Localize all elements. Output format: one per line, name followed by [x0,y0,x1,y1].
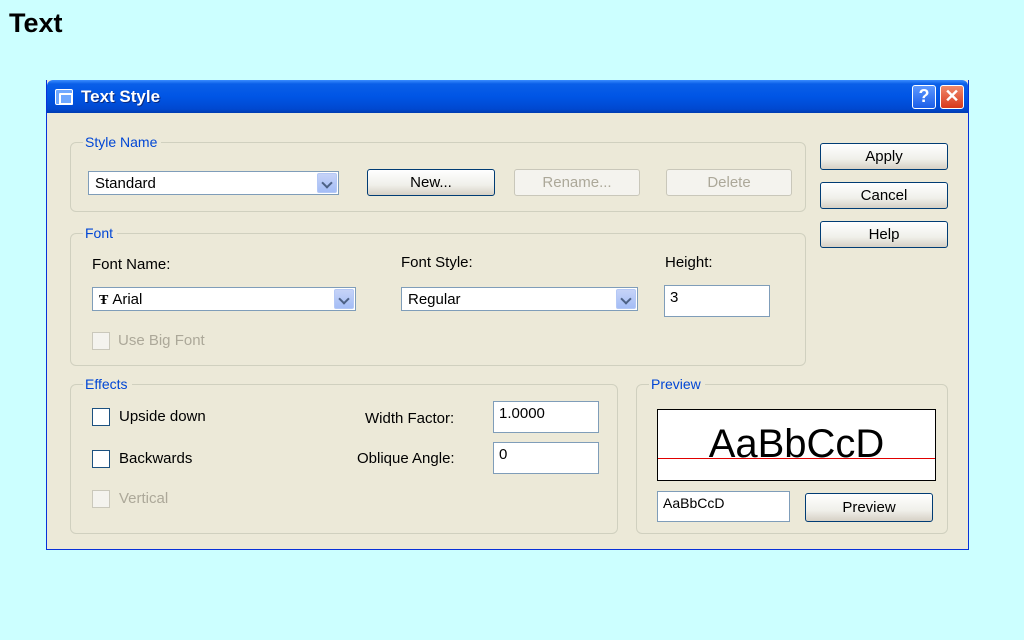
width-factor-label: Width Factor: [365,410,455,427]
font-style-label: Font Style: [401,254,473,271]
backwards-label: Backwards [119,450,193,467]
help-title-button[interactable]: ? [912,85,936,109]
chevron-down-icon[interactable] [334,289,354,309]
font-style-value: Regular [408,291,461,308]
preview-button[interactable]: Preview [805,493,933,522]
oblique-angle-value: 0 [499,446,508,463]
chevron-down-icon[interactable] [317,173,337,193]
font-style-select[interactable]: Regular [401,287,638,311]
preview-baseline [658,458,935,459]
window-title: Text Style [81,87,161,106]
close-button[interactable]: ✕ [940,85,964,109]
height-value: 3 [670,289,679,306]
apply-button[interactable]: Apply [820,143,948,170]
title-bar[interactable]: Text Style ? ✕ [47,80,968,113]
chevron-down-icon[interactable] [616,289,636,309]
text-style-app-icon [55,89,73,105]
font-name-value: Arial [112,291,143,308]
new-button[interactable]: New... [367,169,495,196]
width-factor-value: 1.0000 [499,405,545,422]
truetype-icon: Ŧ [99,293,109,308]
help-button[interactable]: Help [820,221,948,248]
preview-input-value: AaBbCcD [663,495,725,511]
backwards-checkbox[interactable] [92,450,110,468]
upside-down-label: Upside down [119,408,206,425]
text-style-dialog: Text Style ? ✕ Style Name Standard New..… [46,80,969,550]
preview-text-input[interactable]: AaBbCcD [657,491,790,522]
oblique-angle-label: Oblique Angle: [357,450,455,467]
style-name-legend: Style Name [83,134,162,150]
style-name-select[interactable]: Standard [88,171,339,195]
preview-legend: Preview [649,376,705,392]
cancel-button[interactable]: Cancel [820,182,948,209]
font-legend: Font [83,225,118,241]
rename-button[interactable]: Rename... [514,169,640,196]
use-big-font-checkbox[interactable] [92,332,110,350]
slide-title: Text [9,8,63,38]
upside-down-checkbox[interactable] [92,408,110,426]
vertical-checkbox[interactable] [92,490,110,508]
font-name-select[interactable]: Ŧ Arial [92,287,356,311]
style-name-value: Standard [95,175,156,192]
width-factor-input[interactable]: 1.0000 [493,401,599,433]
use-big-font-label: Use Big Font [118,332,205,349]
preview-canvas: AaBbCcD [657,409,936,481]
vertical-label: Vertical [119,490,169,507]
effects-legend: Effects [83,376,132,392]
delete-button[interactable]: Delete [666,169,792,196]
height-label: Height: [665,254,713,271]
font-name-label: Font Name: [92,256,171,273]
height-input[interactable]: 3 [664,285,770,317]
oblique-angle-input[interactable]: 0 [493,442,599,474]
